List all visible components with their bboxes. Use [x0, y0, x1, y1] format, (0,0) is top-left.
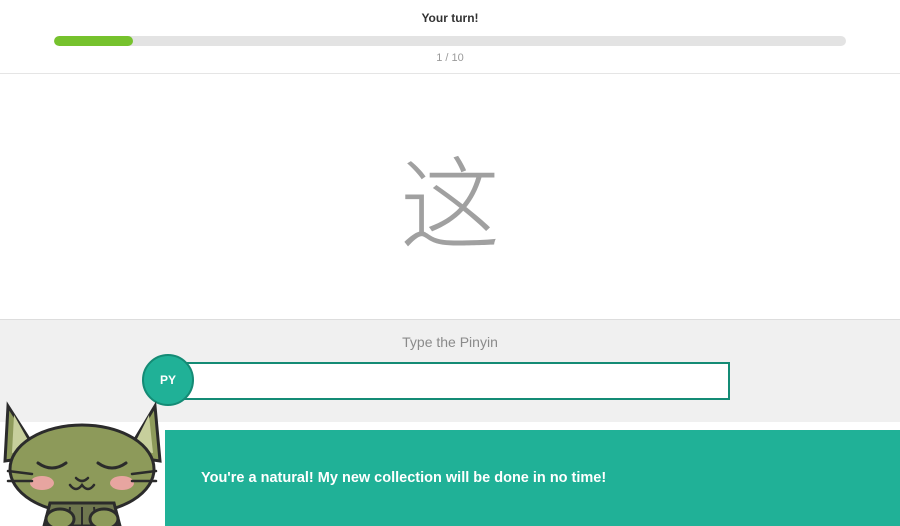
- flashcard-area: 这: [0, 74, 900, 319]
- pinyin-badge-icon: PY: [142, 354, 194, 406]
- feedback-banner: You're a natural! My new collection will…: [165, 430, 900, 526]
- mascot-character-icon: [0, 401, 165, 526]
- progress-counter: 1 / 10: [0, 52, 900, 64]
- hanzi-character: 这: [400, 124, 500, 269]
- progress-bar: [54, 36, 846, 46]
- prompt-label: Type the Pinyin: [0, 334, 900, 350]
- feedback-message: You're a natural! My new collection will…: [201, 470, 606, 486]
- pinyin-input[interactable]: [170, 362, 730, 400]
- quiz-header: Your turn! 1 / 10: [0, 0, 900, 64]
- turn-label: Your turn!: [0, 11, 900, 25]
- progress-fill: [54, 36, 133, 46]
- input-row: PY: [170, 362, 730, 400]
